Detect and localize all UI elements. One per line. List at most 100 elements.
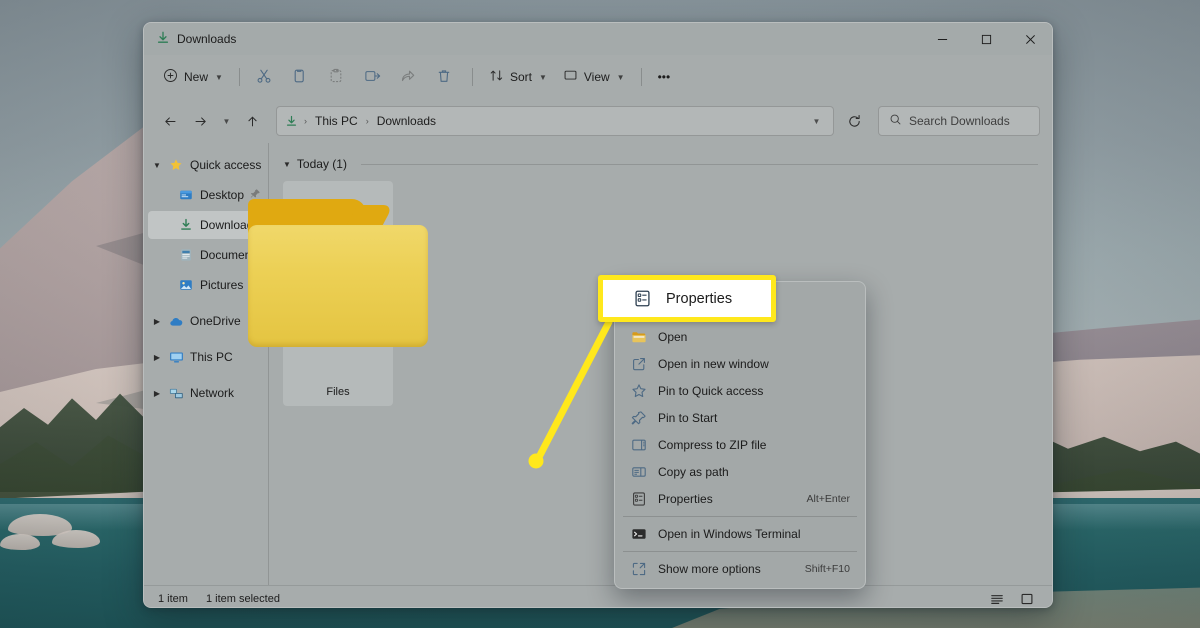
desktop-background: Downloads New ▼ Sort ▼ View ▼ ••• ▼ › Th…	[0, 0, 1200, 628]
view-icon	[563, 68, 578, 86]
context-menu-item-pin-to-start[interactable]: Pin to Start	[620, 405, 860, 431]
address-bar[interactable]: › This PC › Downloads ▼	[276, 106, 834, 136]
address-dropdown-button[interactable]: ▼	[803, 108, 829, 134]
context-menu-item-label: Compress to ZIP file	[658, 438, 767, 452]
context-menu-item-accelerator: Shift+F10	[804, 563, 850, 575]
sort-icon	[489, 68, 504, 86]
up-button[interactable]	[238, 107, 266, 135]
share-button[interactable]	[393, 62, 427, 92]
cut-icon	[256, 68, 272, 87]
context-menu-item-open-in-new-window[interactable]: Open in new window	[620, 351, 860, 377]
status-selection: 1 item selected	[205, 592, 280, 605]
maximize-button[interactable]	[964, 23, 1008, 55]
sidebar-item-quick-access[interactable]: ▼ Quick access	[148, 151, 265, 179]
search-icon	[889, 113, 902, 129]
toolbar-divider-2	[471, 68, 473, 86]
chevron-right-icon[interactable]: ▶	[148, 353, 166, 362]
context-menu-item-copy-as-path[interactable]: Copy as path	[620, 459, 860, 485]
view-button[interactable]: View ▼	[556, 62, 632, 92]
desktop-icon	[176, 188, 196, 202]
sidebar-item-label: Desktop	[200, 188, 245, 202]
address-bar-row: ▼ › This PC › Downloads ▼ Search Downloa…	[144, 99, 1052, 143]
context-menu-item-label: Pin to Start	[658, 411, 718, 425]
context-menu-item-label: Properties	[658, 492, 713, 506]
sidebar-item-network[interactable]: ▶ Network	[148, 379, 265, 407]
details-view-icon[interactable]	[986, 589, 1008, 608]
delete-button[interactable]	[429, 62, 463, 92]
context-menu-item-show-more-options[interactable]: Show more options Shift+F10	[620, 556, 860, 582]
view-button-label: View	[583, 70, 610, 84]
cloud-icon	[166, 314, 186, 329]
chevron-down-icon: ▼	[812, 116, 821, 126]
rename-button[interactable]	[357, 62, 391, 92]
callout-label: Properties	[666, 290, 733, 307]
chevron-right-icon[interactable]: ▶	[148, 317, 166, 326]
chevron-down-icon[interactable]: ▼	[283, 160, 291, 169]
context-menu-divider	[623, 516, 857, 517]
window-titlebar[interactable]: Downloads	[144, 23, 1052, 55]
folder-icon	[248, 199, 428, 347]
recent-locations-button[interactable]: ▼	[216, 107, 236, 135]
see-more-button[interactable]: •••	[651, 62, 685, 92]
see-more-icon: •••	[657, 70, 671, 84]
delete-icon	[436, 68, 452, 87]
breadcrumb-separator-2: ›	[365, 116, 369, 126]
breadcrumb-this-pc[interactable]: This PC	[310, 112, 363, 130]
context-menu-divider-2	[623, 551, 857, 552]
more-options-icon	[628, 561, 650, 577]
group-header-rule	[360, 163, 1038, 165]
breadcrumb-downloads[interactable]: Downloads	[372, 112, 441, 130]
copy-button[interactable]	[285, 62, 319, 92]
file-item-files[interactable]: Files	[248, 181, 428, 406]
close-button[interactable]	[1008, 23, 1052, 55]
documents-icon	[176, 248, 196, 262]
address-bar-actions: ▼	[803, 108, 829, 134]
search-input[interactable]: Search Downloads	[878, 106, 1040, 136]
context-menu[interactable]: Open Open in new window Pin to Quick acc…	[614, 281, 866, 589]
context-menu-item-open-in-windows-terminal[interactable]: Open in Windows Terminal	[620, 521, 860, 547]
monitor-icon	[166, 350, 186, 365]
context-menu-item-label: Copy as path	[658, 465, 729, 479]
context-menu-item-compress-to-zip[interactable]: Compress to ZIP file	[620, 432, 860, 458]
properties-icon	[628, 491, 650, 507]
plus-circle-icon	[163, 68, 178, 86]
refresh-button[interactable]	[840, 107, 868, 135]
sidebar-item-label: Quick access	[190, 158, 262, 172]
folder-icon-front	[248, 225, 428, 347]
breadcrumb-separator: ›	[304, 116, 307, 126]
context-menu-item-label: Show more options	[658, 562, 761, 576]
callout-properties-highlight: Properties	[598, 275, 776, 322]
star-outline-icon	[628, 383, 650, 399]
cut-button[interactable]	[249, 62, 283, 92]
new-button[interactable]: New ▼	[156, 62, 230, 92]
group-header-today[interactable]: ▼ Today (1)	[283, 153, 1038, 175]
back-button[interactable]	[156, 107, 184, 135]
downloads-icon	[176, 218, 196, 232]
toolbar-divider-3	[640, 68, 642, 86]
context-menu-item-accelerator: Alt+Enter	[806, 493, 850, 505]
chevron-down-icon[interactable]: ▼	[148, 161, 166, 170]
sort-button[interactable]: Sort ▼	[482, 62, 554, 92]
sidebar-item-this-pc[interactable]: ▶ This PC	[148, 343, 265, 371]
sidebar-item-label: This PC	[190, 350, 233, 364]
network-icon	[166, 386, 186, 401]
context-menu-item-open[interactable]: Open	[620, 324, 860, 350]
context-menu-item-properties[interactable]: Properties Alt+Enter	[620, 486, 860, 512]
toolbar-divider	[238, 68, 240, 86]
large-icons-view-icon[interactable]	[1016, 589, 1038, 608]
command-bar: New ▼ Sort ▼ View ▼ •••	[144, 55, 1052, 99]
terminal-icon	[628, 526, 650, 542]
titlebar-left: Downloads	[144, 31, 236, 48]
paste-icon	[328, 68, 344, 87]
sidebar-item-label: Network	[190, 386, 235, 400]
paste-button[interactable]	[321, 62, 355, 92]
context-menu-item-pin-to-quick-access[interactable]: Pin to Quick access	[620, 378, 860, 404]
folder-open-icon	[628, 329, 650, 345]
star-icon	[166, 158, 186, 172]
new-button-label: New	[184, 70, 209, 84]
forward-button[interactable]	[186, 107, 214, 135]
copy-icon	[292, 68, 308, 87]
zip-icon	[628, 437, 650, 453]
chevron-right-icon[interactable]: ▶	[148, 389, 166, 398]
minimize-button[interactable]	[920, 23, 964, 55]
